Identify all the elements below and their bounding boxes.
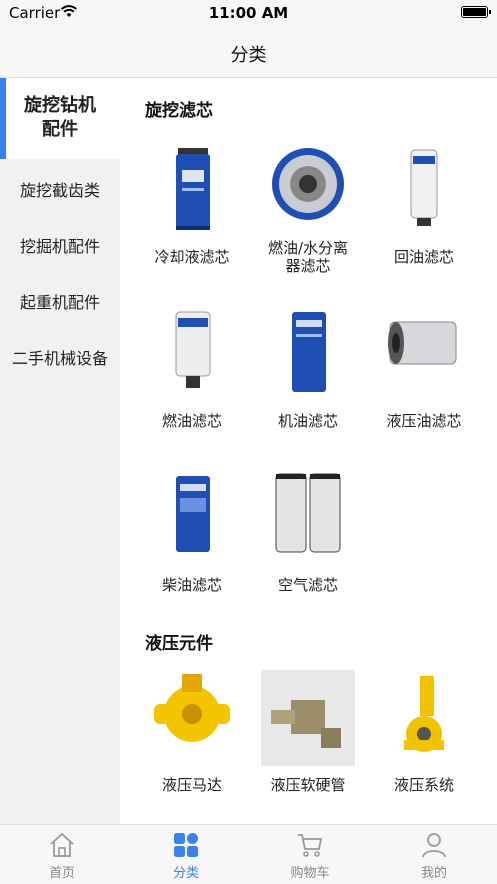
sidebar-item-label: 旋挖截齿类	[19, 181, 100, 200]
section-title-hydraulic-components: 液压元件	[145, 634, 213, 654]
sidebar-item-rotary-drill-parts[interactable]: 旋挖钻机 配件	[0, 78, 120, 159]
sidebar-item-label: 二手机械设备	[11, 349, 108, 368]
sidebar-item-label: 挖掘机配件	[19, 237, 100, 256]
sidebar-item-cutting-teeth[interactable]: 旋挖截齿类	[0, 177, 120, 201]
product-label: 冷却液滤芯	[154, 248, 230, 266]
air-filter-pair-image	[275, 473, 341, 553]
product-label: 液压系统	[393, 776, 454, 794]
product-label: 空气滤芯	[277, 576, 338, 594]
clock: 11:00 AM	[208, 4, 289, 22]
product-item-coolant-filter[interactable]: 冷却液滤芯	[133, 142, 251, 272]
product-item-hydraulic-oil-filter[interactable]: 液压油滤芯	[365, 306, 483, 436]
category-content: 旋挖滤芯 冷却液滤芯 燃油/水分离 器滤芯 回油滤芯 燃油滤芯 机油滤芯 液压油…	[120, 78, 497, 824]
tab-profile[interactable]: 我的	[372, 825, 496, 884]
product-item-engine-oil-filter[interactable]: 机油滤芯	[249, 306, 367, 436]
product-item-diesel-filter[interactable]: 柴油滤芯	[133, 470, 251, 600]
blue-canister-filter-image	[176, 148, 210, 230]
product-item-hydraulic-system[interactable]: 液压系统	[365, 670, 483, 800]
section-title-filters: 旋挖滤芯	[145, 101, 213, 121]
product-item-fuel-water-separator[interactable]: 燃油/水分离 器滤芯	[249, 142, 367, 292]
product-item-air-filter[interactable]: 空气滤芯	[249, 470, 367, 600]
profile-icon	[422, 833, 446, 858]
sidebar-item-label: 旋挖钻机 配件	[24, 95, 96, 140]
xcmg-white-filter-image	[410, 149, 438, 226]
navigation-bar: 分类	[0, 26, 497, 78]
product-label: 回油滤芯	[393, 248, 454, 266]
sidebar-item-crane-parts[interactable]: 起重机配件	[0, 289, 120, 313]
active-indicator	[0, 78, 6, 159]
category-sidebar: 旋挖钻机 配件 旋挖截齿类 挖掘机配件 起重机配件 二手机械设备	[0, 78, 120, 824]
filter-top-view-image	[272, 148, 344, 220]
tab-category[interactable]: 分类	[124, 825, 248, 884]
product-label: 燃油/水分离 器滤芯	[267, 239, 349, 275]
cart-icon	[298, 834, 323, 857]
tab-label: 分类	[172, 866, 199, 881]
sidebar-item-used-machinery[interactable]: 二手机械设备	[0, 345, 120, 369]
home-icon	[50, 832, 74, 857]
product-label: 液压油滤芯	[386, 412, 462, 430]
product-item-fuel-filter[interactable]: 燃油滤芯	[133, 306, 251, 436]
xcmg-diesel-filter-image	[176, 476, 210, 552]
hose-fitting-image	[261, 670, 355, 766]
sidebar-item-excavator-parts[interactable]: 挖掘机配件	[0, 233, 120, 257]
hydraulic-oil-filter-image	[388, 321, 457, 365]
tab-label: 首页	[48, 866, 75, 881]
category-icon	[174, 833, 198, 857]
tab-bar: 首页 分类 购物车 我的	[0, 824, 497, 884]
tab-cart[interactable]: 购物车	[248, 825, 372, 884]
xcmg-fuel-filter-image	[175, 311, 211, 388]
battery-icon	[461, 6, 491, 18]
product-label: 液压马达	[161, 776, 222, 794]
tab-label: 我的	[420, 866, 447, 881]
product-label: 机油滤芯	[277, 412, 338, 430]
sidebar-item-label: 起重机配件	[19, 293, 100, 312]
yellow-hydraulic-motor-image	[154, 674, 230, 742]
product-label: 燃油滤芯	[161, 412, 222, 430]
yellow-cylinder-joint-image	[404, 676, 444, 752]
xcmg-oil-filter-image	[292, 312, 326, 392]
page-title: 分类	[230, 45, 267, 66]
product-item-hydraulic-motor[interactable]: 液压马达	[133, 670, 251, 800]
tab-label: 购物车	[290, 866, 330, 881]
product-label: 柴油滤芯	[161, 576, 222, 594]
status-bar: Carrier 11:00 AM	[0, 0, 497, 26]
tab-home[interactable]: 首页	[0, 825, 124, 884]
product-label: 液压软硬管	[270, 776, 346, 794]
product-item-hydraulic-hoses[interactable]: 液压软硬管	[249, 670, 367, 800]
product-item-return-oil-filter[interactable]: 回油滤芯	[365, 142, 483, 272]
